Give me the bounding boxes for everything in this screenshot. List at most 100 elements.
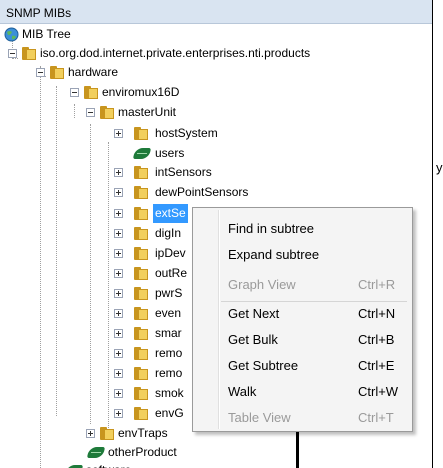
tree-node-label: otherProduct xyxy=(108,445,177,459)
menu-item-find-in-subtree[interactable]: Find in subtree xyxy=(195,217,410,241)
folder-icon xyxy=(134,287,148,300)
tree-node-label: envTraps xyxy=(118,426,168,440)
collapse-icon[interactable] xyxy=(70,88,79,97)
tree-node-products[interactable]: iso.org.dod.internet.private.enterprises… xyxy=(0,44,430,63)
expand-icon[interactable] xyxy=(114,129,123,138)
menu-item-shortcut: Ctrl+E xyxy=(358,358,395,373)
tree-node-label: outRe xyxy=(155,266,188,280)
folder-icon xyxy=(134,227,148,240)
menu-item-label: Graph View xyxy=(228,277,296,292)
folder-icon xyxy=(134,307,148,320)
menu-item-label: Get Bulk xyxy=(228,332,278,347)
tree-node-hardware[interactable]: hardware xyxy=(0,63,430,82)
tree-node-label: remo xyxy=(155,346,183,360)
expand-icon[interactable] xyxy=(114,289,123,298)
tree-node-label: MIB Tree xyxy=(22,27,71,41)
expand-icon[interactable] xyxy=(114,168,123,177)
menu-item-table-view: Table View Ctrl+T xyxy=(195,406,410,430)
tree-node-label: enviromux16D xyxy=(102,85,180,99)
folder-icon xyxy=(134,387,148,400)
folder-icon xyxy=(50,66,64,79)
tree-node-intsensors[interactable]: intSensors xyxy=(0,163,430,182)
tree-node-label: dewPointSensors xyxy=(155,185,249,199)
collapse-icon[interactable] xyxy=(86,108,95,117)
tree-node-users[interactable]: users xyxy=(0,144,430,163)
expand-icon[interactable] xyxy=(114,229,123,238)
expand-icon[interactable] xyxy=(114,309,123,318)
menu-item-label: Expand subtree xyxy=(228,247,320,262)
menu-item-graph-view: Graph View Ctrl+R xyxy=(195,273,410,297)
tree-node-label: smok xyxy=(155,386,184,400)
folder-icon xyxy=(134,166,148,179)
expand-icon[interactable] xyxy=(114,329,123,338)
tree-node-label: even xyxy=(155,306,182,320)
menu-item-walk[interactable]: Walk Ctrl+W xyxy=(195,380,410,404)
tree-node-masterunit[interactable]: masterUnit xyxy=(0,103,430,122)
tree-node-label: ipDev xyxy=(155,246,186,260)
expand-icon[interactable] xyxy=(114,389,123,398)
folder-icon xyxy=(134,367,148,380)
tree-node-label: masterUnit xyxy=(118,105,177,119)
folder-icon xyxy=(134,186,148,199)
tree-node-dewpointsensors[interactable]: dewPointSensors xyxy=(0,183,430,202)
text-cursor-mark xyxy=(296,432,299,468)
tree-node-label: envG xyxy=(155,406,184,420)
folder-icon xyxy=(100,427,114,440)
folder-icon xyxy=(100,106,114,119)
menu-item-label: Walk xyxy=(228,384,257,399)
menu-item-shortcut: Ctrl+W xyxy=(358,384,399,399)
panel-title: SNMP MIBs xyxy=(0,0,432,24)
collapse-icon[interactable] xyxy=(36,68,45,77)
tree-node-label: pwrS xyxy=(155,286,183,300)
leaf-icon xyxy=(87,447,105,458)
leaf-icon xyxy=(133,148,151,159)
folder-icon xyxy=(134,347,148,360)
expand-icon[interactable] xyxy=(114,369,123,378)
tree-node-label: iso.org.dod.internet.private.enterprises… xyxy=(40,46,311,60)
folder-icon xyxy=(134,267,148,280)
folder-icon xyxy=(22,47,36,60)
folder-icon xyxy=(134,127,148,140)
expand-icon[interactable] xyxy=(114,409,123,418)
expand-icon[interactable] xyxy=(114,349,123,358)
tree-node-otherproduct[interactable]: otherProduct xyxy=(0,443,430,462)
menu-item-get-next[interactable]: Get Next Ctrl+N xyxy=(195,302,410,326)
expand-icon[interactable] xyxy=(114,188,123,197)
tree-node-mib-tree[interactable]: MIB Tree xyxy=(0,25,430,44)
tree-node-label: hostSystem xyxy=(155,126,218,140)
menu-item-shortcut: Ctrl+B xyxy=(358,332,395,347)
expand-icon[interactable] xyxy=(86,429,95,438)
tree-node-hostsystem[interactable]: hostSystem xyxy=(0,124,430,143)
expand-icon[interactable] xyxy=(114,209,123,218)
tree-node-label: intSensors xyxy=(155,165,212,179)
menu-item-get-subtree[interactable]: Get Subtree Ctrl+E xyxy=(195,354,410,378)
menu-item-shortcut: Ctrl+T xyxy=(358,410,394,425)
menu-item-get-bulk[interactable]: Get Bulk Ctrl+B xyxy=(195,328,410,352)
tree-node-label: remo xyxy=(155,366,183,380)
menu-item-label: Table View xyxy=(228,410,291,425)
folder-icon xyxy=(134,207,148,220)
tree-node-enviromux16d[interactable]: enviromux16D xyxy=(0,83,430,102)
tree-node-label: digIn xyxy=(155,226,182,240)
side-text: y xyxy=(436,160,443,175)
globe-icon xyxy=(4,27,19,42)
menu-item-shortcut: Ctrl+N xyxy=(358,306,396,321)
folder-icon xyxy=(134,327,148,340)
folder-icon xyxy=(134,247,148,260)
menu-item-label: Get Subtree xyxy=(228,358,299,373)
tree-node-software[interactable]: software xyxy=(0,461,430,468)
menu-item-shortcut: Ctrl+R xyxy=(358,277,396,292)
expand-icon[interactable] xyxy=(114,269,123,278)
tree-node-label: extSe xyxy=(153,204,188,223)
context-menu: Find in subtree Expand subtree Graph Vie… xyxy=(192,207,413,432)
tree-node-label: hardware xyxy=(68,65,119,79)
tree-node-label: users xyxy=(155,146,185,160)
menu-item-label: Find in subtree xyxy=(228,221,314,236)
collapse-icon[interactable] xyxy=(8,49,17,58)
menu-item-expand-subtree[interactable]: Expand subtree xyxy=(195,243,410,267)
menu-item-label: Get Next xyxy=(228,306,280,321)
tree-node-label: software xyxy=(86,461,131,468)
tree-node-label: smar xyxy=(155,326,182,340)
folder-icon xyxy=(84,86,98,99)
expand-icon[interactable] xyxy=(114,249,123,258)
